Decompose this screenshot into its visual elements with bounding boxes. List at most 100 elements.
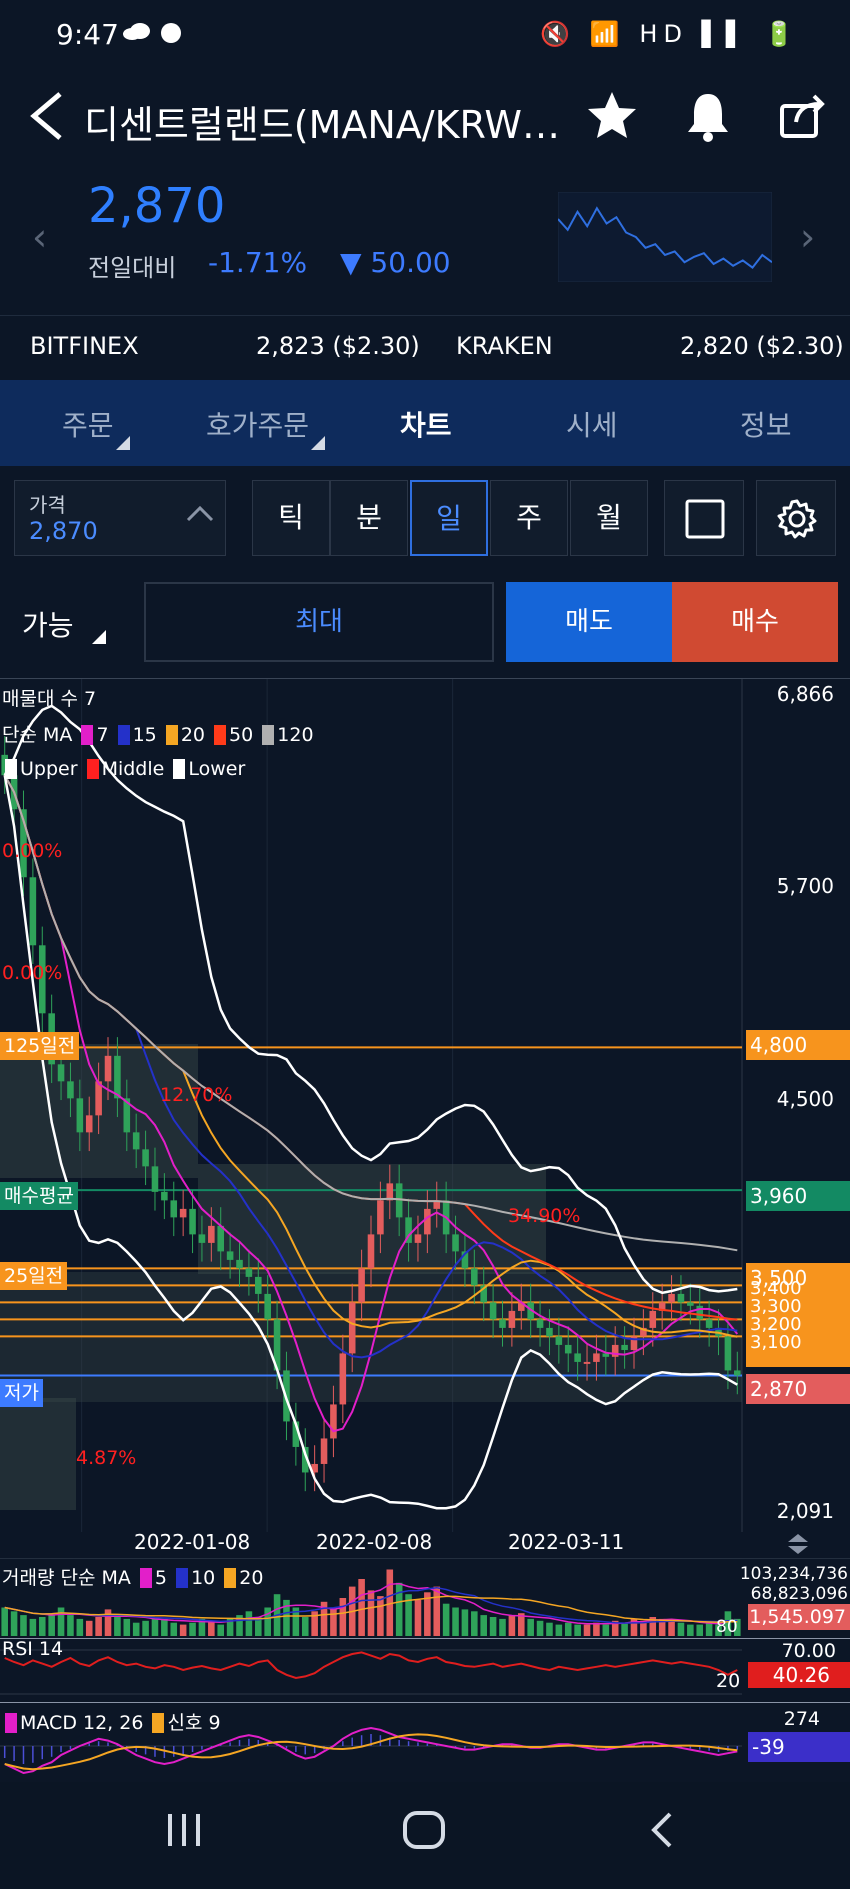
period-day[interactable]: 일: [410, 480, 488, 556]
tab-chart[interactable]: 차트: [400, 404, 452, 444]
next-coin-chevron-icon[interactable]: ›: [800, 215, 815, 259]
ma15-swatch: [117, 725, 130, 745]
candlestick-chart[interactable]: [0, 678, 850, 1532]
level-tag-avg-buy: 3,960: [746, 1181, 850, 1211]
candle-body: [649, 1310, 657, 1328]
left-tag-125d: 125일전: [0, 1032, 80, 1060]
tab-info[interactable]: 정보: [740, 404, 792, 444]
ma-legend-label: 단순 MA: [2, 724, 73, 746]
volume-bar: [48, 1613, 55, 1636]
volume-bar: [339, 1598, 347, 1636]
bb-label: Middle: [101, 758, 165, 780]
macd-legend-label: MACD 12, 26: [20, 1712, 144, 1734]
volume-bar: [367, 1590, 375, 1636]
candle-body: [320, 1438, 328, 1464]
y-tick-label: 2,091: [776, 1499, 834, 1523]
volume-ma-label: 68,823,096: [750, 1584, 848, 1604]
max-button[interactable]: 최대: [144, 582, 494, 662]
ma120-swatch: [262, 725, 275, 745]
status-time: 9:47: [56, 18, 119, 51]
volume-bar: [67, 1615, 74, 1636]
exchange-prices: BITFINEX 2,823 ($2.30) KRAKEN 2,820 ($2.…: [0, 315, 850, 375]
x-tick-label: 2022-03-11: [508, 1530, 625, 1554]
volume-bar: [583, 1624, 591, 1636]
compare-label: 전일대비: [88, 254, 177, 282]
share-icon[interactable]: [774, 88, 830, 144]
candle-body: [696, 1305, 704, 1320]
volume-max-label: 103,234,736: [739, 1564, 848, 1584]
tab-quote-order[interactable]: 호가주문: [206, 404, 326, 450]
volume-bar: [414, 1599, 422, 1636]
price-selector[interactable]: 가격 2,870: [14, 480, 226, 556]
candle-body: [574, 1353, 581, 1362]
candle-body: [217, 1225, 225, 1252]
candle-body: [179, 1208, 187, 1218]
resize-handle-icon[interactable]: [786, 1532, 810, 1560]
buy-button[interactable]: 매수: [672, 582, 838, 662]
page-title: 디센트럴랜드(MANA/KRW…: [84, 103, 560, 147]
candle-body: [245, 1268, 253, 1277]
candle-body: [677, 1293, 685, 1303]
volume-bar: [29, 1618, 37, 1636]
price-selector-value: 2,870: [29, 517, 98, 545]
candle-body: [452, 1234, 459, 1252]
exchange-name: BITFINEX: [30, 332, 139, 360]
volume-bar: [20, 1615, 27, 1636]
period-week[interactable]: 주: [490, 480, 568, 556]
price-selector-label: 가격: [29, 493, 66, 517]
volume-bar: [151, 1617, 159, 1636]
upper-swatch: [5, 759, 17, 779]
left-tag-avg-buy: 매수평균: [0, 1182, 78, 1210]
bb-label: Lower: [188, 758, 246, 780]
candle-body: [621, 1344, 628, 1351]
status-bar: 9:47 🔇 📶 HD ▌▌ 🔋: [0, 0, 850, 72]
volume-bar: [161, 1618, 168, 1636]
favorite-star-icon[interactable]: [584, 88, 640, 144]
volume-bar: [687, 1624, 694, 1636]
tab-market-price[interactable]: 시세: [566, 404, 618, 444]
candle-body: [226, 1251, 234, 1260]
back-button[interactable]: [24, 86, 72, 146]
macd-current-label: -39: [752, 1735, 785, 1759]
candle-body: [339, 1353, 347, 1405]
dropdown-triangle-icon: [92, 630, 106, 644]
vol-period: 10: [191, 1567, 216, 1589]
candle-body: [161, 1191, 168, 1201]
profile-pct-label: 34.90%: [508, 1205, 581, 1227]
back-nav-icon[interactable]: [648, 1810, 678, 1854]
signal-swatch: [152, 1713, 165, 1733]
profile-pct-label: 4.87%: [76, 1447, 137, 1469]
level-tag-low: 2,870: [746, 1374, 850, 1404]
volume-bar: [377, 1596, 384, 1636]
volume-bar: [489, 1617, 497, 1636]
volume-bar: [668, 1620, 675, 1636]
chart-settings-button[interactable]: [756, 480, 836, 556]
exchange-value: 2,823 ($2.30): [256, 332, 420, 360]
sell-button[interactable]: 매도: [506, 582, 672, 662]
alarm-bell-icon[interactable]: [680, 88, 736, 144]
period-tick[interactable]: 틱: [252, 480, 330, 556]
period-minute[interactable]: 분: [330, 480, 408, 556]
volume-bar: [527, 1618, 534, 1636]
period-month[interactable]: 월: [570, 480, 648, 556]
candle-body: [264, 1293, 271, 1320]
current-price: 2,870: [88, 178, 226, 234]
rsi-legend: RSI 14: [2, 1638, 64, 1660]
home-icon[interactable]: [402, 1810, 446, 1854]
status-icons: 🔇 📶 HD ▌▌ 🔋: [540, 20, 800, 48]
app-header: 디센트럴랜드(MANA/KRW…: [0, 72, 850, 162]
volume-bar: [499, 1618, 506, 1636]
sparkline-frame: [558, 192, 772, 282]
volume-bar: [245, 1611, 253, 1636]
ma7-swatch: [81, 725, 94, 745]
prev-coin-chevron-icon[interactable]: ‹: [32, 215, 47, 259]
recent-apps-icon[interactable]: [164, 1810, 204, 1854]
lower-swatch: [173, 759, 186, 779]
volume-bar: [508, 1615, 516, 1636]
left-tag-25d: 25일전: [0, 1262, 68, 1290]
draw-tool-button[interactable]: [664, 480, 744, 556]
tab-order[interactable]: 주문: [62, 404, 130, 450]
volume-bar: [217, 1624, 225, 1636]
available-label[interactable]: 가능: [22, 604, 74, 644]
profile-pct-label: 0.00%: [2, 840, 63, 862]
